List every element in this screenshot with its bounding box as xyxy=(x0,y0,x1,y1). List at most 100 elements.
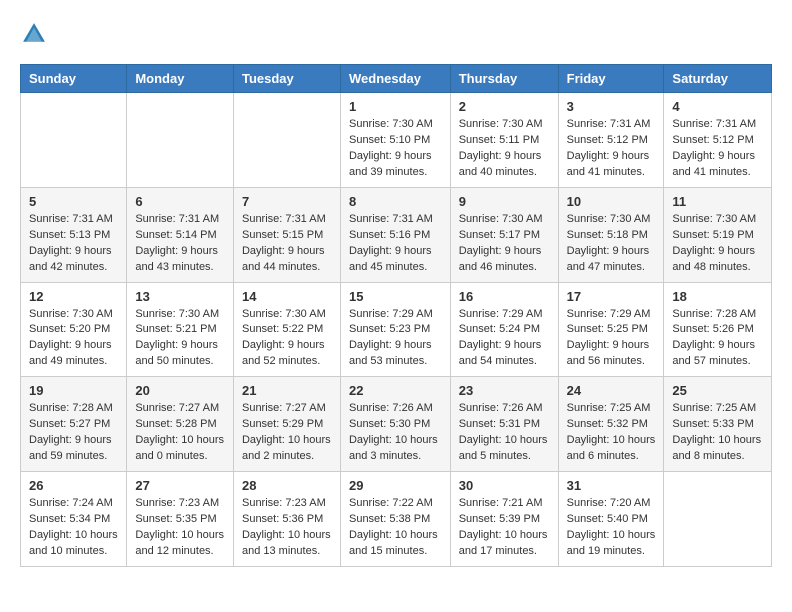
day-info: Sunrise: 7:28 AM Sunset: 5:27 PM Dayligh… xyxy=(29,401,118,465)
calendar-cell: 9 Sunrise: 7:30 AM Sunset: 5:17 PM Daylig… xyxy=(450,187,558,282)
day-info: Sunrise: 7:25 AM Sunset: 5:33 PM Dayligh… xyxy=(672,401,763,465)
calendar-cell: 3 Sunrise: 7:31 AM Sunset: 5:12 PM Daylig… xyxy=(558,93,664,188)
day-number: 31 xyxy=(567,478,656,493)
day-number: 29 xyxy=(349,478,442,493)
calendar-week-row: 19 Sunrise: 7:28 AM Sunset: 5:27 PM Dayli… xyxy=(21,377,772,472)
day-number: 26 xyxy=(29,478,118,493)
calendar-cell: 23 Sunrise: 7:26 AM Sunset: 5:31 PM Dayli… xyxy=(450,377,558,472)
calendar-cell: 18 Sunrise: 7:28 AM Sunset: 5:26 PM Dayli… xyxy=(664,282,772,377)
day-info: Sunrise: 7:31 AM Sunset: 5:14 PM Dayligh… xyxy=(135,212,225,276)
logo-icon xyxy=(20,20,48,48)
day-info: Sunrise: 7:29 AM Sunset: 5:24 PM Dayligh… xyxy=(459,307,550,371)
day-number: 11 xyxy=(672,194,763,209)
weekday-header: Saturday xyxy=(664,65,772,93)
day-number: 21 xyxy=(242,383,332,398)
day-number: 20 xyxy=(135,383,225,398)
calendar-cell: 7 Sunrise: 7:31 AM Sunset: 5:15 PM Daylig… xyxy=(233,187,340,282)
calendar-cell: 16 Sunrise: 7:29 AM Sunset: 5:24 PM Dayli… xyxy=(450,282,558,377)
calendar-header-row: SundayMondayTuesdayWednesdayThursdayFrid… xyxy=(21,65,772,93)
day-info: Sunrise: 7:30 AM Sunset: 5:10 PM Dayligh… xyxy=(349,117,442,181)
calendar-week-row: 26 Sunrise: 7:24 AM Sunset: 5:34 PM Dayli… xyxy=(21,472,772,567)
day-info: Sunrise: 7:29 AM Sunset: 5:23 PM Dayligh… xyxy=(349,307,442,371)
calendar-cell xyxy=(233,93,340,188)
calendar-cell: 1 Sunrise: 7:30 AM Sunset: 5:10 PM Daylig… xyxy=(340,93,450,188)
day-info: Sunrise: 7:24 AM Sunset: 5:34 PM Dayligh… xyxy=(29,496,118,560)
day-number: 18 xyxy=(672,289,763,304)
day-number: 24 xyxy=(567,383,656,398)
weekday-header: Tuesday xyxy=(233,65,340,93)
day-number: 27 xyxy=(135,478,225,493)
day-info: Sunrise: 7:30 AM Sunset: 5:17 PM Dayligh… xyxy=(459,212,550,276)
calendar-cell: 28Sunrise: 7:23 AM Sunset: 5:36 PM Dayli… xyxy=(233,472,340,567)
calendar-cell: 27Sunrise: 7:23 AM Sunset: 5:35 PM Dayli… xyxy=(127,472,234,567)
day-info: Sunrise: 7:30 AM Sunset: 5:20 PM Dayligh… xyxy=(29,307,118,371)
day-number: 2 xyxy=(459,99,550,114)
day-number: 6 xyxy=(135,194,225,209)
day-info: Sunrise: 7:31 AM Sunset: 5:13 PM Dayligh… xyxy=(29,212,118,276)
day-number: 28 xyxy=(242,478,332,493)
day-number: 19 xyxy=(29,383,118,398)
calendar-cell xyxy=(664,472,772,567)
day-info: Sunrise: 7:27 AM Sunset: 5:28 PM Dayligh… xyxy=(135,401,225,465)
day-info: Sunrise: 7:20 AM Sunset: 5:40 PM Dayligh… xyxy=(567,496,656,560)
day-number: 22 xyxy=(349,383,442,398)
day-info: Sunrise: 7:31 AM Sunset: 5:12 PM Dayligh… xyxy=(567,117,656,181)
logo xyxy=(20,20,52,48)
day-number: 7 xyxy=(242,194,332,209)
calendar-cell: 2 Sunrise: 7:30 AM Sunset: 5:11 PM Daylig… xyxy=(450,93,558,188)
calendar-week-row: 12 Sunrise: 7:30 AM Sunset: 5:20 PM Dayli… xyxy=(21,282,772,377)
day-info: Sunrise: 7:26 AM Sunset: 5:30 PM Dayligh… xyxy=(349,401,442,465)
day-info: Sunrise: 7:30 AM Sunset: 5:19 PM Dayligh… xyxy=(672,212,763,276)
day-info: Sunrise: 7:21 AM Sunset: 5:39 PM Dayligh… xyxy=(459,496,550,560)
day-info: Sunrise: 7:27 AM Sunset: 5:29 PM Dayligh… xyxy=(242,401,332,465)
day-number: 25 xyxy=(672,383,763,398)
calendar-cell xyxy=(127,93,234,188)
day-number: 3 xyxy=(567,99,656,114)
day-number: 1 xyxy=(349,99,442,114)
calendar-cell: 31 Sunrise: 7:20 AM Sunset: 5:40 PM Dayli… xyxy=(558,472,664,567)
day-info: Sunrise: 7:30 AM Sunset: 5:11 PM Dayligh… xyxy=(459,117,550,181)
calendar-cell: 30 Sunrise: 7:21 AM Sunset: 5:39 PM Dayli… xyxy=(450,472,558,567)
calendar-cell: 14 Sunrise: 7:30 AM Sunset: 5:22 PM Dayli… xyxy=(233,282,340,377)
weekday-header: Friday xyxy=(558,65,664,93)
day-number: 4 xyxy=(672,99,763,114)
calendar-cell: 12 Sunrise: 7:30 AM Sunset: 5:20 PM Dayli… xyxy=(21,282,127,377)
day-info: Sunrise: 7:25 AM Sunset: 5:32 PM Dayligh… xyxy=(567,401,656,465)
day-number: 12 xyxy=(29,289,118,304)
day-number: 14 xyxy=(242,289,332,304)
calendar-table: SundayMondayTuesdayWednesdayThursdayFrid… xyxy=(20,64,772,567)
calendar-cell: 22 Sunrise: 7:26 AM Sunset: 5:30 PM Dayli… xyxy=(340,377,450,472)
weekday-header: Thursday xyxy=(450,65,558,93)
day-number: 15 xyxy=(349,289,442,304)
day-info: Sunrise: 7:31 AM Sunset: 5:15 PM Dayligh… xyxy=(242,212,332,276)
calendar-cell: 5 Sunrise: 7:31 AM Sunset: 5:13 PM Daylig… xyxy=(21,187,127,282)
calendar-cell: 24 Sunrise: 7:25 AM Sunset: 5:32 PM Dayli… xyxy=(558,377,664,472)
calendar-cell: 4 Sunrise: 7:31 AM Sunset: 5:12 PM Daylig… xyxy=(664,93,772,188)
calendar-cell: 11 Sunrise: 7:30 AM Sunset: 5:19 PM Dayli… xyxy=(664,187,772,282)
calendar-week-row: 1 Sunrise: 7:30 AM Sunset: 5:10 PM Daylig… xyxy=(21,93,772,188)
calendar-week-row: 5 Sunrise: 7:31 AM Sunset: 5:13 PM Daylig… xyxy=(21,187,772,282)
page-header xyxy=(20,20,772,48)
day-number: 16 xyxy=(459,289,550,304)
day-number: 17 xyxy=(567,289,656,304)
day-info: Sunrise: 7:31 AM Sunset: 5:16 PM Dayligh… xyxy=(349,212,442,276)
day-number: 8 xyxy=(349,194,442,209)
calendar-cell: 8 Sunrise: 7:31 AM Sunset: 5:16 PM Daylig… xyxy=(340,187,450,282)
day-info: Sunrise: 7:26 AM Sunset: 5:31 PM Dayligh… xyxy=(459,401,550,465)
day-info: Sunrise: 7:30 AM Sunset: 5:18 PM Dayligh… xyxy=(567,212,656,276)
day-info: Sunrise: 7:30 AM Sunset: 5:22 PM Dayligh… xyxy=(242,307,332,371)
calendar-cell: 15 Sunrise: 7:29 AM Sunset: 5:23 PM Dayli… xyxy=(340,282,450,377)
day-info: Sunrise: 7:28 AM Sunset: 5:26 PM Dayligh… xyxy=(672,307,763,371)
weekday-header: Sunday xyxy=(21,65,127,93)
day-number: 5 xyxy=(29,194,118,209)
day-number: 9 xyxy=(459,194,550,209)
day-info: Sunrise: 7:31 AM Sunset: 5:12 PM Dayligh… xyxy=(672,117,763,181)
calendar-cell: 29Sunrise: 7:22 AM Sunset: 5:38 PM Dayli… xyxy=(340,472,450,567)
weekday-header: Wednesday xyxy=(340,65,450,93)
calendar-cell: 21 Sunrise: 7:27 AM Sunset: 5:29 PM Dayli… xyxy=(233,377,340,472)
day-number: 30 xyxy=(459,478,550,493)
day-number: 10 xyxy=(567,194,656,209)
day-number: 13 xyxy=(135,289,225,304)
day-number: 23 xyxy=(459,383,550,398)
calendar-cell: 6 Sunrise: 7:31 AM Sunset: 5:14 PM Daylig… xyxy=(127,187,234,282)
